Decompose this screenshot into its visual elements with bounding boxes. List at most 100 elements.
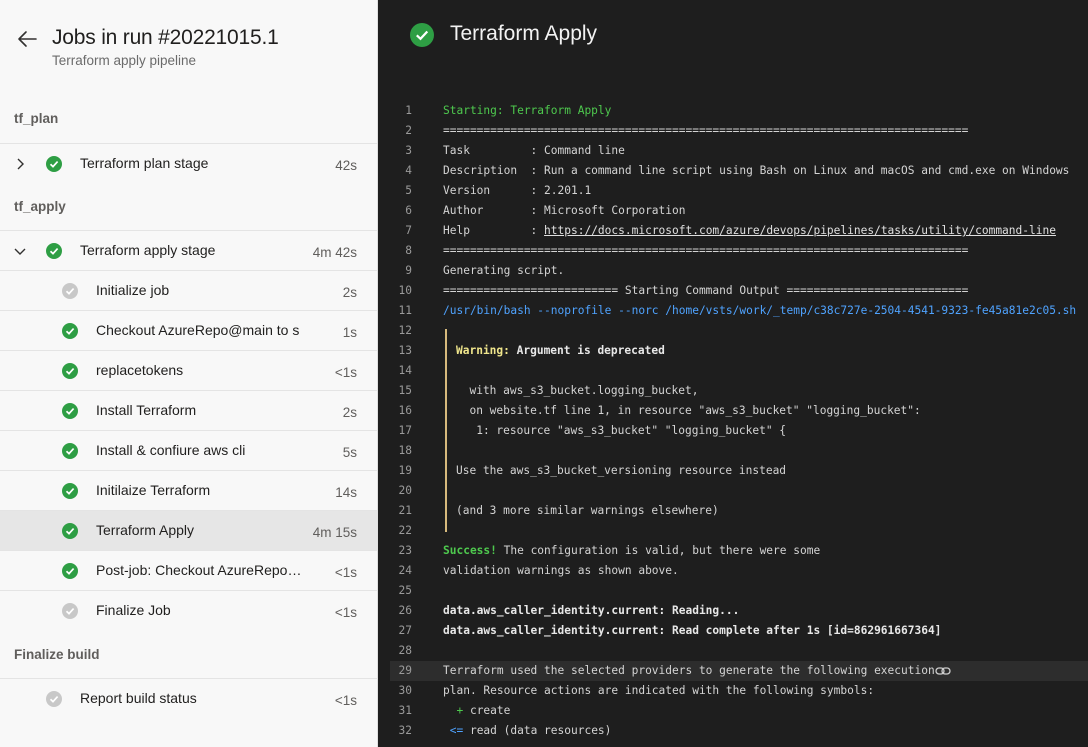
log-text: Terraform used the selected providers to… bbox=[443, 664, 935, 677]
line-number: 12 bbox=[398, 324, 412, 337]
line-number: 3 bbox=[405, 144, 412, 157]
line-number: 14 bbox=[398, 364, 412, 377]
log-line: 19 Use the aws_s3_bucket_versioning resou… bbox=[390, 461, 1088, 481]
log-text: ========================================… bbox=[443, 124, 969, 137]
log-line: 24 validation warnings as shown above. bbox=[390, 561, 1088, 581]
job-row-initialize-job[interactable]: Initialize job 2s bbox=[0, 270, 377, 310]
job-row-report-build-status[interactable]: Report build status <1s bbox=[0, 678, 377, 718]
job-row-install-aws-cli[interactable]: Install & confiure aws cli 5s bbox=[0, 430, 377, 470]
line-number: 1 bbox=[405, 104, 412, 117]
log-line-highlighted[interactable]: 29 Terraform used the selected providers … bbox=[390, 661, 1088, 681]
warning-bar bbox=[445, 361, 447, 381]
success-check-icon bbox=[62, 403, 78, 419]
log-text: plan. Resource actions are indicated wit… bbox=[443, 684, 875, 697]
log-panel: Terraform Apply 1 Starting: Terraform App… bbox=[378, 0, 1088, 747]
log-output[interactable]: 1 Starting: Terraform Apply 2 ============… bbox=[390, 101, 1088, 741]
read-symbol: <= bbox=[443, 724, 470, 737]
success-check-icon bbox=[62, 363, 78, 379]
stage-label: Terraform apply stage bbox=[80, 242, 216, 258]
job-label: Post-job: Checkout AzureRepo@... bbox=[96, 562, 302, 578]
log-text: + create bbox=[443, 704, 510, 717]
log-text: validation warnings as shown above. bbox=[443, 564, 679, 577]
log-line: 18 bbox=[390, 441, 1088, 461]
log-text: on website.tf line 1, in resource "aws_s… bbox=[456, 404, 921, 417]
warning-bar bbox=[445, 481, 447, 501]
warning-bar bbox=[445, 329, 447, 341]
line-number: 13 bbox=[398, 344, 412, 357]
log-text: Task : Command line bbox=[443, 144, 625, 157]
stage-duration: 4m 42s bbox=[312, 245, 357, 260]
log-line: 11/usr/bin/bash --noprofile --norc /home… bbox=[390, 301, 1088, 321]
warning-bar bbox=[445, 461, 447, 481]
job-duration: <1s bbox=[334, 365, 357, 380]
line-number: 26 bbox=[398, 604, 412, 617]
job-label: Install Terraform bbox=[96, 402, 197, 418]
log-line: 7 Help : https://docs.microsoft.com/azure… bbox=[390, 221, 1088, 241]
log-line: 17 1: resource "aws_s3_bucket" "logging_… bbox=[390, 421, 1088, 441]
line-number: 27 bbox=[398, 624, 412, 637]
log-text: /usr/bin/bash --noprofile --norc /home/v… bbox=[443, 304, 1077, 317]
line-number: 30 bbox=[398, 684, 412, 697]
stage-row-apply[interactable]: Terraform apply stage 4m 42s bbox=[0, 230, 377, 270]
job-row-init-terraform[interactable]: Initilaize Terraform 14s bbox=[0, 470, 377, 510]
group-header-finalize-build: Finalize build bbox=[14, 647, 100, 662]
line-number: 19 bbox=[398, 464, 412, 477]
job-row-finalize-job[interactable]: Finalize Job <1s bbox=[0, 590, 377, 630]
warning-bar bbox=[445, 501, 447, 521]
chevron-right-icon[interactable] bbox=[12, 156, 28, 172]
line-number: 15 bbox=[398, 384, 412, 397]
chevron-down-icon[interactable] bbox=[12, 243, 28, 259]
log-text: <= read (data resources) bbox=[443, 724, 612, 737]
job-label: Initilaize Terraform bbox=[96, 482, 211, 498]
log-line: 14 bbox=[390, 361, 1088, 381]
jobs-panel: Jobs in run #20221015.1 Terraform apply … bbox=[0, 0, 378, 747]
job-row-checkout[interactable]: Checkout AzureRepo@main to s 1s bbox=[0, 310, 377, 350]
job-row-terraform-apply[interactable]: Terraform Apply 4m 15s bbox=[0, 510, 377, 550]
line-number: 6 bbox=[405, 204, 412, 217]
log-text: Help : https://docs.microsoft.com/azure/… bbox=[443, 224, 1056, 237]
job-duration: <1s bbox=[334, 605, 357, 620]
warning-bar bbox=[445, 441, 447, 461]
success-check-icon bbox=[62, 483, 78, 499]
link-icon[interactable] bbox=[935, 665, 951, 677]
job-label: Checkout AzureRepo@main to s bbox=[96, 322, 300, 338]
line-number: 4 bbox=[405, 164, 412, 177]
log-line: 15 with aws_s3_bucket.logging_bucket, bbox=[390, 381, 1088, 401]
job-label: replacetokens bbox=[96, 362, 184, 378]
line-number: 24 bbox=[398, 564, 412, 577]
back-arrow-icon[interactable] bbox=[14, 26, 40, 52]
log-text: Success! The configuration is valid, but… bbox=[443, 544, 820, 557]
log-line: 1 Starting: Terraform Apply bbox=[390, 101, 1088, 121]
line-number: 11 bbox=[398, 304, 412, 317]
success-text: The configuration is valid, but there we… bbox=[496, 544, 821, 557]
success-check-icon bbox=[62, 323, 78, 339]
log-text: Version : 2.201.1 bbox=[443, 184, 592, 197]
log-line: 25 bbox=[390, 581, 1088, 601]
success-check-icon bbox=[62, 563, 78, 579]
line-number: 21 bbox=[398, 504, 412, 517]
neutral-check-icon bbox=[46, 691, 62, 707]
help-link[interactable]: https://docs.microsoft.com/azure/devops/… bbox=[544, 224, 1056, 237]
pipeline-name: Terraform apply pipeline bbox=[52, 53, 197, 68]
group-header-tf-plan: tf_plan bbox=[14, 111, 59, 126]
job-row-replacetokens[interactable]: replacetokens <1s bbox=[0, 350, 377, 390]
warning-bar bbox=[445, 421, 447, 441]
log-text: (and 3 more similar warnings elsewhere) bbox=[456, 504, 719, 517]
log-line: 6 Author : Microsoft Corporation bbox=[390, 201, 1088, 221]
log-line: 12 bbox=[390, 321, 1088, 341]
log-text: Warning: Argument is deprecated bbox=[456, 344, 665, 357]
log-line: 21 (and 3 more similar warnings elsewhere… bbox=[390, 501, 1088, 521]
job-row-post-job-checkout[interactable]: Post-job: Checkout AzureRepo@... <1s bbox=[0, 550, 377, 590]
log-text: Description : Run a command line script … bbox=[443, 164, 1070, 177]
job-row-install-terraform[interactable]: Install Terraform 2s bbox=[0, 390, 377, 430]
job-duration: <1s bbox=[334, 693, 357, 708]
line-number: 22 bbox=[398, 524, 412, 537]
job-label: Report build status bbox=[80, 690, 197, 706]
line-number: 2 bbox=[405, 124, 412, 137]
warning-text: Argument is deprecated bbox=[509, 344, 665, 357]
log-line: 16 on website.tf line 1, in resource "aw… bbox=[390, 401, 1088, 421]
create-text: create bbox=[469, 704, 511, 717]
log-line: 23 Success! The configuration is valid, b… bbox=[390, 541, 1088, 561]
stage-row-plan[interactable]: Terraform plan stage 42s bbox=[0, 143, 377, 183]
log-line: 3 Task : Command line bbox=[390, 141, 1088, 161]
